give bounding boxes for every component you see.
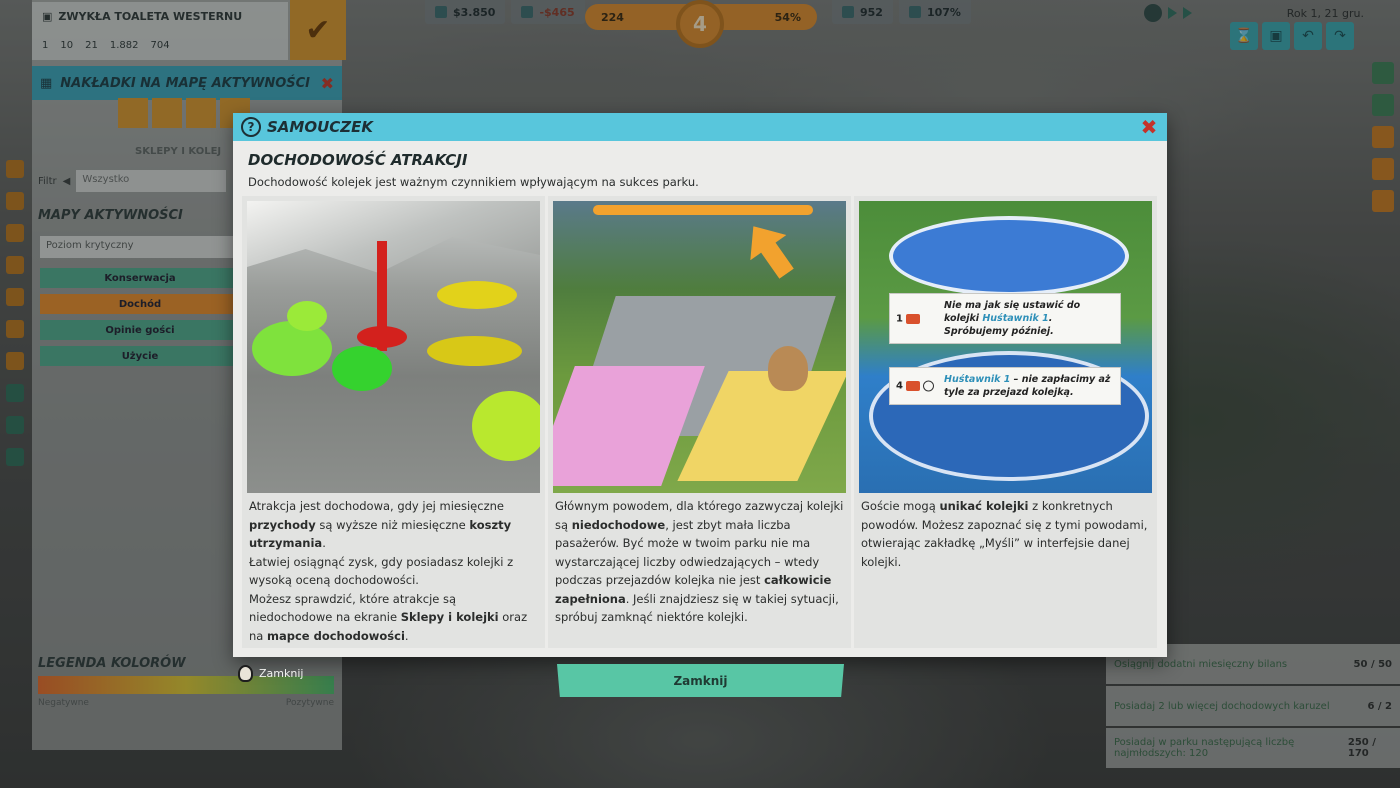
tutorial-header: ? SAMOUCZEK ✖ [233, 113, 1167, 141]
thumbs-down-icon [906, 313, 920, 324]
ride-thoughts-image: 1 Nie ma jak się ustawić do kolejki Huśt… [859, 201, 1152, 493]
tutorial-title: DOCHODOWOŚĆ ATRAKCJI [248, 151, 468, 169]
money-face-icon [923, 380, 934, 392]
close-key-hint: Zamknij [238, 665, 303, 682]
close-icon[interactable]: ✖ [1139, 117, 1159, 137]
tutorial-header-title: SAMOUCZEK [267, 118, 374, 136]
thumbs-down-icon [906, 381, 920, 391]
tutorial-card: 1 Nie ma jak się ustawić do kolejki Huśt… [854, 196, 1157, 648]
thought-bubble: 4 Huśtawnik 1 – nie zapłacimy aż tyle za… [889, 367, 1121, 405]
help-icon: ? [241, 117, 261, 137]
tutorial-intro: Dochodowość kolejek jest ważnym czynniki… [248, 175, 699, 189]
park-overview-image [553, 201, 846, 493]
close-button[interactable]: Zamknij [557, 664, 844, 697]
rides-profitability-image [247, 201, 540, 493]
card-2-text: Głównym powodem, dla którego zazwyczaj k… [555, 499, 844, 624]
tutorial-card: Atrakcja jest dochodowa, gdy jej miesięc… [242, 196, 545, 648]
tutorial-dialog: ? SAMOUCZEK ✖ DOCHODOWOŚĆ ATRAKCJI Docho… [233, 113, 1167, 657]
tutorial-card: Głównym powodem, dla którego zazwyczaj k… [548, 196, 851, 648]
thought-bubble: 1 Nie ma jak się ustawić do kolejki Huśt… [889, 293, 1121, 344]
card-1-text: Atrakcja jest dochodowa, gdy jej miesięc… [249, 499, 528, 643]
mouse-key-icon [238, 665, 253, 682]
card-3-text: Goście mogą unikać kolejki z konkretnych… [861, 499, 1148, 569]
tutorial-cards: Atrakcja jest dochodowa, gdy jej miesięc… [242, 196, 1157, 648]
arrow-up-icon [735, 214, 804, 287]
